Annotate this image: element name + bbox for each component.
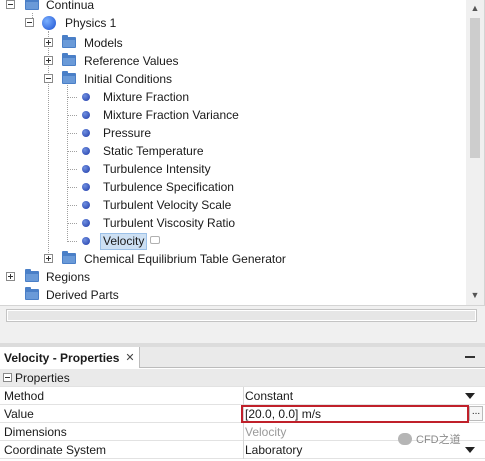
dot-icon (82, 201, 90, 209)
tree-node-label: Turbulence Intensity (103, 162, 211, 176)
tab-title: Velocity - Properties (4, 350, 120, 365)
horizontal-scrollbar[interactable] (6, 309, 477, 322)
tree-node-label: Regions (46, 270, 91, 284)
tree-node-physics-1[interactable]: Physics 1 (0, 14, 466, 32)
expand-icon[interactable] (44, 56, 53, 65)
property-row-method[interactable]: Method Constant (0, 387, 485, 405)
scrollbar-thumb[interactable] (470, 18, 480, 158)
tree-node-label-selected: Velocity (100, 233, 148, 250)
tree-node-label: Initial Conditions (84, 72, 173, 86)
tab-velocity-properties[interactable]: Velocity - Properties ✕ (0, 347, 140, 368)
tree-node-initial-conditions[interactable]: Initial Conditions (0, 70, 466, 88)
tree-node-derived-parts[interactable]: Derived Parts (0, 286, 466, 304)
property-name: Value (4, 407, 34, 421)
scroll-down-icon[interactable]: ▼ (466, 287, 484, 304)
tree-node-label: Turbulent Velocity Scale (103, 198, 232, 212)
dot-icon (82, 111, 90, 119)
folder-icon (62, 71, 76, 84)
tree-node-mixture-fraction-variance[interactable]: Mixture Fraction Variance (0, 106, 466, 124)
collapse-icon[interactable] (3, 373, 12, 382)
tree-node-static-temperature[interactable]: Static Temperature (0, 142, 466, 160)
tree-node-label: Turbulent Viscosity Ratio (103, 216, 236, 230)
tree-node-label: Mixture Fraction Variance (103, 108, 239, 122)
dot-icon (82, 237, 90, 245)
tree-node-continua[interactable]: Continua (0, 0, 466, 14)
dropdown-arrow-icon[interactable] (465, 393, 475, 399)
tree-node-velocity[interactable]: Velocity (0, 232, 466, 250)
dot-icon (82, 183, 90, 191)
tree-node-label: Physics 1 (65, 16, 117, 30)
tree-node-label: Derived Parts (46, 288, 119, 302)
section-label: Properties (15, 371, 70, 385)
close-icon[interactable]: ✕ (125, 351, 134, 364)
tree-node-chemical-equilibrium-table-generator[interactable]: Chemical Equilibrium Table Generator (0, 250, 466, 268)
minimize-icon[interactable] (465, 356, 475, 358)
property-name: Coordinate System (4, 443, 107, 457)
tree-node-label: Continua (46, 0, 95, 12)
scroll-up-icon[interactable]: ▲ (466, 0, 484, 17)
folder-icon (25, 287, 39, 300)
tree-node-turbulent-viscosity-ratio[interactable]: Turbulent Viscosity Ratio (0, 214, 466, 232)
tree-node-label: Pressure (103, 126, 152, 140)
properties-section-header[interactable]: Properties (0, 369, 485, 387)
expand-icon[interactable] (44, 254, 53, 263)
highlight-box (241, 405, 469, 423)
tree-node-turbulence-specification[interactable]: Turbulence Specification (0, 178, 466, 196)
tree-node-label: Models (84, 36, 123, 50)
dot-icon (82, 219, 90, 227)
property-value: Velocity (245, 425, 287, 439)
tree-node-label: Chemical Equilibrium Table Generator (84, 252, 286, 266)
tree-node-label: Mixture Fraction (103, 90, 190, 104)
tree-node-label: Static Temperature (103, 144, 204, 158)
wechat-icon (398, 433, 412, 445)
comment-icon[interactable] (150, 236, 160, 244)
folder-icon (62, 35, 76, 48)
property-row-value[interactable]: Value [20.0, 0.0] m/s ... (0, 405, 485, 423)
watermark: CFD之道 (398, 431, 478, 447)
tree-node-turbulence-intensity[interactable]: Turbulence Intensity (0, 160, 466, 178)
simulation-tree-panel: Continua Physics 1 Models Reference Valu… (0, 0, 485, 305)
dot-icon (82, 93, 90, 101)
property-value: Constant (245, 389, 294, 403)
collapse-icon[interactable] (44, 74, 53, 83)
dropdown-arrow-icon[interactable] (465, 447, 475, 453)
folder-icon (25, 0, 39, 10)
tree-node-turbulent-velocity-scale[interactable]: Turbulent Velocity Scale (0, 196, 466, 214)
tree-node-label: Reference Values (84, 54, 179, 68)
tree-vertical-scrollbar[interactable]: ▲ ▼ (466, 0, 484, 305)
collapse-icon[interactable] (25, 18, 34, 27)
tree-status-area (0, 305, 485, 343)
property-name: Dimensions (4, 425, 67, 439)
collapse-icon[interactable] (6, 0, 15, 9)
dot-icon (82, 147, 90, 155)
dot-icon (82, 129, 90, 137)
property-name: Method (4, 389, 45, 403)
expand-icon[interactable] (6, 272, 15, 281)
tree-node-models[interactable]: Models (0, 34, 466, 52)
folder-icon (62, 251, 76, 264)
tree-node-mixture-fraction[interactable]: Mixture Fraction (0, 88, 466, 106)
scrollbar-thumb[interactable] (8, 311, 475, 320)
watermark-text: CFD之道 (416, 434, 461, 446)
folder-icon (25, 269, 39, 282)
method-select[interactable]: Constant (243, 387, 485, 405)
tree-node-reference-values[interactable]: Reference Values (0, 52, 466, 70)
ellipsis-button[interactable]: ... (469, 406, 483, 421)
tree-node-regions[interactable]: Regions (0, 268, 466, 286)
tree-node-pressure[interactable]: Pressure (0, 124, 466, 142)
tree-node-label: Turbulence Specification (103, 180, 234, 194)
expand-icon[interactable] (44, 38, 53, 47)
folder-icon (62, 53, 76, 66)
dot-icon (82, 165, 90, 173)
property-value: Laboratory (245, 443, 303, 457)
globe-icon (42, 16, 56, 30)
properties-tab-bar: Velocity - Properties ✕ (0, 347, 485, 368)
